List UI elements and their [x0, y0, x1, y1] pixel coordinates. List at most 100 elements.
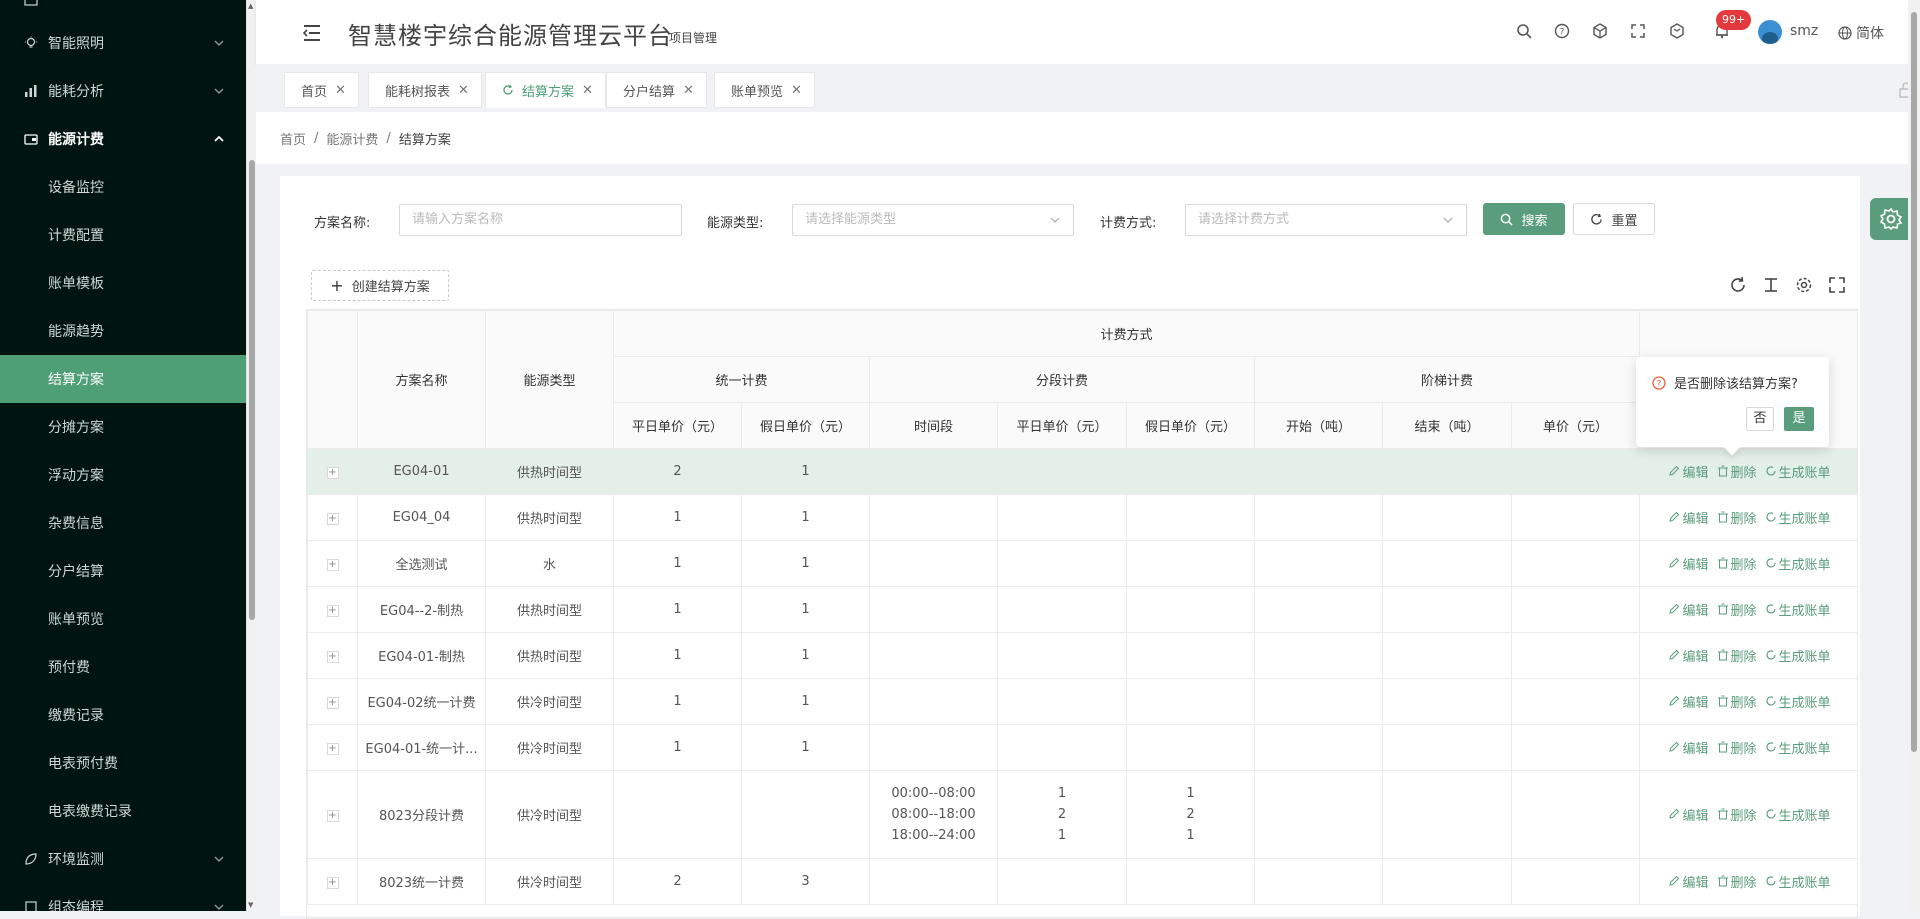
sidebar-subitem[interactable]: 电表缴费记录 — [0, 787, 246, 835]
expand-row-button[interactable]: + — [326, 697, 339, 709]
tab-settlement[interactable]: 结算方案 ✕ — [485, 72, 606, 108]
close-icon[interactable]: ✕ — [683, 83, 694, 98]
sidebar-subitem[interactable]: 电表预付费 — [0, 739, 246, 787]
delete-action[interactable]: 删除 — [1717, 554, 1757, 573]
expand-row-button[interactable]: + — [326, 810, 339, 822]
delete-action[interactable]: 删除 — [1717, 600, 1757, 619]
main-scrollbar[interactable] — [1908, 0, 1920, 911]
search-button[interactable]: 搜索 — [1483, 203, 1565, 235]
expand-row-button[interactable]: + — [326, 651, 339, 663]
sidebar-subitem[interactable]: 分户结算 — [0, 547, 246, 595]
sidebar-subitem[interactable]: 分摊方案 — [0, 403, 246, 451]
sidebar-subitem[interactable]: 预付费 — [0, 643, 246, 691]
close-icon[interactable]: ✕ — [582, 83, 593, 98]
edit-action[interactable]: 编辑 — [1668, 646, 1709, 665]
search-icon[interactable] — [1515, 22, 1533, 40]
sidebar-item-config[interactable]: 组态编程 — [0, 883, 246, 911]
edit-action[interactable]: 编辑 — [1668, 805, 1709, 824]
avatar[interactable] — [1758, 20, 1782, 44]
type-select[interactable]: 请选择能源类型 — [792, 204, 1074, 236]
tab-household[interactable]: 分户结算 ✕ — [606, 72, 707, 108]
generate-bill-action[interactable]: 生成账单 — [1765, 692, 1831, 711]
edit-action[interactable]: 编辑 — [1668, 554, 1709, 573]
table-row[interactable]: + EG04-02统一计费 供冷时间型 1 1 编辑 删除 生成账单 — [307, 678, 1857, 725]
delete-action[interactable]: 删除 — [1717, 508, 1757, 527]
edit-action[interactable]: 编辑 — [1668, 692, 1709, 711]
table-row[interactable]: + EG04-01-统一计... 供冷时间型 1 1 编辑 删除 生成账单 — [307, 724, 1857, 771]
close-icon[interactable]: ✕ — [458, 83, 469, 98]
edit-action[interactable]: 编辑 — [1668, 872, 1709, 891]
expand-row-button[interactable]: + — [326, 513, 339, 525]
help-icon[interactable]: ? — [1553, 22, 1571, 40]
delete-action[interactable]: 删除 — [1717, 646, 1757, 665]
generate-bill-action[interactable]: 生成账单 — [1765, 872, 1831, 891]
table-row[interactable]: + EG04--2-制热 供热时间型 1 1 编辑 删除 生成账单 — [307, 586, 1857, 633]
table-row[interactable]: + 全选测试水 1 1 编辑 删除 生成账单 — [307, 540, 1857, 587]
scroll-down-icon[interactable]: ▼ — [248, 901, 253, 909]
sidebar-subitem[interactable]: 账单预览 — [0, 595, 246, 643]
expand-row-button[interactable]: + — [326, 467, 339, 479]
sidebar-item-billing[interactable]: 能源计费 — [0, 115, 246, 163]
table-row[interactable]: +8023统一计费 供冷时间型 2 3 编辑 删除 生成账单 — [307, 858, 1857, 905]
generate-bill-action[interactable]: 生成账单 — [1765, 508, 1831, 527]
expand-row-button[interactable]: + — [326, 877, 339, 889]
sidebar-scrollbar[interactable]: ▲ ▼ — [246, 0, 256, 911]
sidebar-subitem[interactable]: 缴费记录 — [0, 691, 246, 739]
sidebar-subitem[interactable]: 浮动方案 — [0, 451, 246, 499]
tab-energy-tree[interactable]: 能耗树报表 ✕ — [368, 72, 482, 108]
breadcrumb-item[interactable]: 能源计费 — [326, 129, 378, 148]
edit-action[interactable]: 编辑 — [1668, 508, 1709, 527]
language-switch[interactable]: 简体 — [1838, 23, 1884, 43]
sidebar-item-lighting[interactable]: 智能照明 — [0, 19, 246, 67]
method-select[interactable]: 请选择计费方式 — [1185, 204, 1467, 236]
expand-row-button[interactable]: + — [326, 559, 339, 571]
sidebar-subitem[interactable]: 计费配置 — [0, 211, 246, 259]
delete-action[interactable]: 删除 — [1717, 462, 1757, 481]
sidebar-item-analysis[interactable]: 能耗分析 — [0, 67, 246, 115]
sidebar-subitem[interactable]: 设备监控 — [0, 163, 246, 211]
name-input[interactable]: 请输入方案名称 — [399, 204, 682, 236]
username[interactable]: smz — [1790, 23, 1818, 39]
cancel-button[interactable]: 否 — [1746, 407, 1774, 431]
menu-fold-icon[interactable] — [302, 24, 322, 42]
sidebar-subitem[interactable]: 账单模板 — [0, 259, 246, 307]
tab-bill-preview[interactable]: 账单预览 ✕ — [714, 72, 815, 108]
delete-action[interactable]: 删除 — [1717, 738, 1757, 757]
generate-bill-action[interactable]: 生成账单 — [1765, 646, 1831, 665]
cube-icon[interactable] — [1591, 22, 1609, 40]
table-row[interactable]: +8023分段计费 供冷时间型 00:00--08:00 08:00--18:00 18… — [307, 770, 1857, 859]
sidebar-subitem-active[interactable]: 结算方案 — [0, 355, 246, 403]
close-icon[interactable]: ✕ — [335, 83, 346, 98]
box-icon[interactable] — [1668, 22, 1686, 40]
edit-action[interactable]: 编辑 — [1668, 738, 1709, 757]
scrollbar-thumb[interactable] — [1911, 12, 1917, 752]
fullscreen-icon[interactable] — [1629, 22, 1647, 40]
table-row[interactable]: + EG04_04 供热时间型 1 1 编辑 删除 生成账单 — [307, 494, 1857, 541]
delete-action[interactable]: 删除 — [1717, 692, 1757, 711]
table-row[interactable]: + EG04-01 供热时间型 2 1 编辑 删除 生成账单 — [307, 448, 1857, 495]
generate-bill-action[interactable]: 生成账单 — [1765, 805, 1831, 824]
scrollbar-thumb[interactable] — [249, 160, 255, 620]
edit-action[interactable]: 编辑 — [1668, 600, 1709, 619]
breadcrumb-item[interactable]: 首页 — [280, 129, 306, 148]
delete-action[interactable]: 删除 — [1717, 872, 1757, 891]
close-icon[interactable]: ✕ — [791, 83, 802, 98]
table-row[interactable]: + EG04-01-制热 供热时间型 1 1 编辑 删除 生成账单 — [307, 632, 1857, 679]
generate-bill-action[interactable]: 生成账单 — [1765, 554, 1831, 573]
delete-action[interactable]: 删除 — [1717, 805, 1757, 824]
tab-home[interactable]: 首页 ✕ — [284, 72, 359, 108]
gear-icon[interactable] — [1795, 276, 1813, 294]
scroll-up-icon[interactable]: ▲ — [248, 2, 253, 10]
sidebar-subitem[interactable]: 杂费信息 — [0, 499, 246, 547]
expand-row-button[interactable]: + — [326, 605, 339, 617]
fullscreen-icon[interactable] — [1828, 276, 1846, 294]
reload-icon[interactable] — [1729, 276, 1747, 294]
settings-fab[interactable] — [1870, 198, 1912, 240]
generate-bill-action[interactable]: 生成账单 — [1765, 600, 1831, 619]
generate-bill-action[interactable]: 生成账单 — [1765, 738, 1831, 757]
reset-button[interactable]: 重置 — [1573, 203, 1655, 235]
sidebar-item-environment[interactable]: 环境监测 — [0, 835, 246, 883]
column-height-icon[interactable] — [1762, 276, 1780, 294]
expand-row-button[interactable]: + — [326, 743, 339, 755]
confirm-button[interactable]: 是 — [1784, 407, 1814, 431]
